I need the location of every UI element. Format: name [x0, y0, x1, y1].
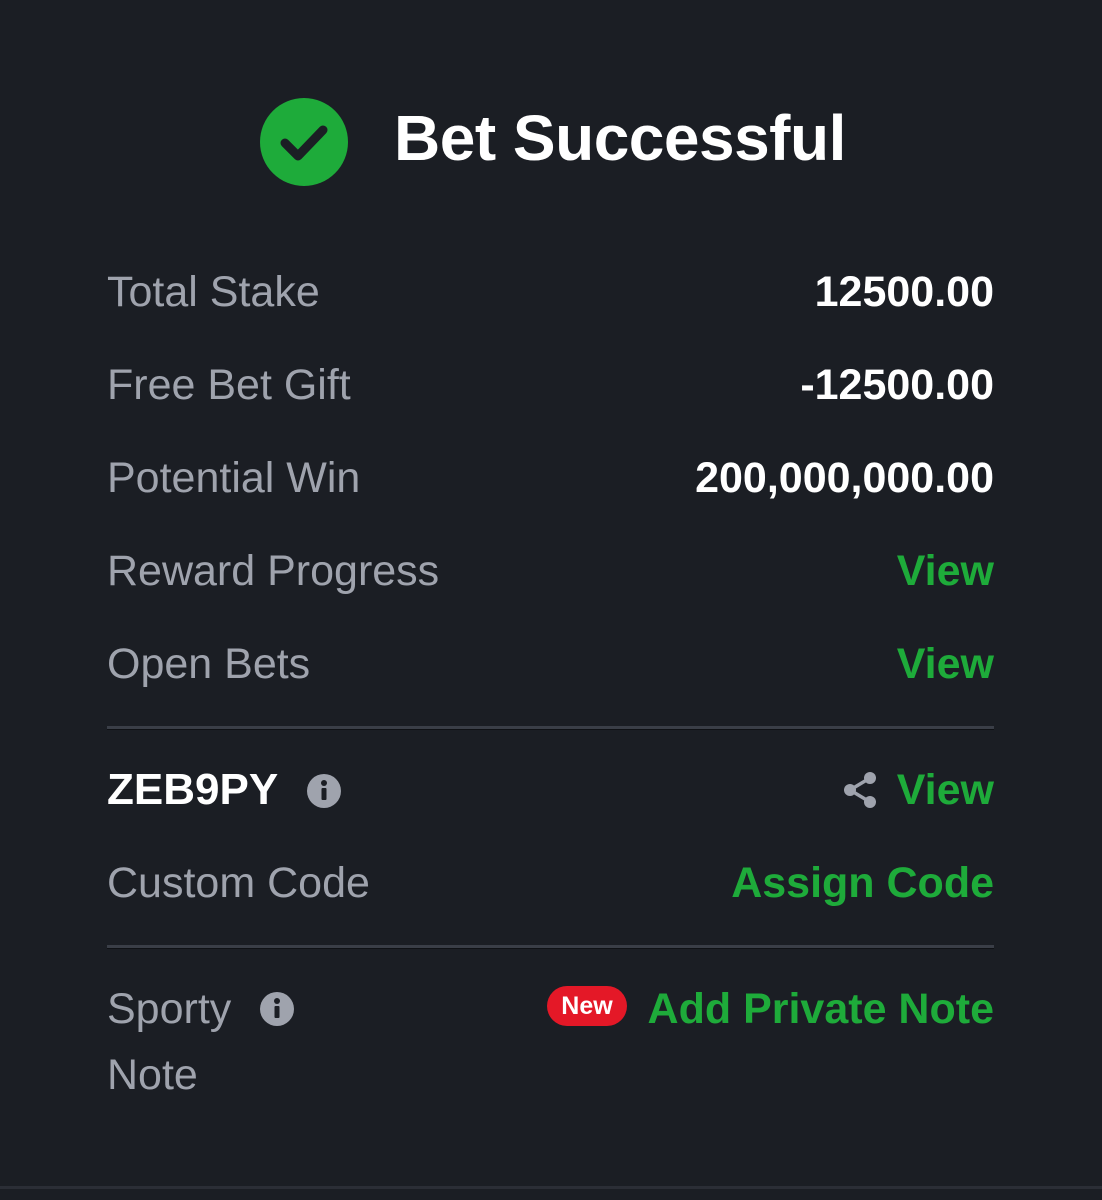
reward-progress-row: Reward Progress View [107, 541, 994, 601]
potential-win-row: Potential Win 200,000,000.00 [107, 448, 994, 508]
potential-win-label: Potential Win [107, 454, 361, 502]
sporty-note-label-line1: Sporty [107, 985, 232, 1033]
custom-code-row: Custom Code Assign Code [107, 853, 994, 913]
booking-code-row: ZEB9PY View [107, 760, 994, 820]
sporty-note-row: Sporty Note New Add Private Note [107, 979, 994, 1105]
reward-progress-view-link[interactable]: View [897, 541, 994, 601]
section-divider [107, 945, 994, 949]
total-stake-label: Total Stake [107, 268, 320, 316]
open-bets-view-link[interactable]: View [897, 634, 994, 694]
total-stake-value: 12500.00 [814, 268, 994, 316]
potential-win-value: 200,000,000.00 [695, 454, 994, 502]
check-circle-icon [260, 98, 348, 186]
reward-progress-label: Reward Progress [107, 547, 440, 595]
info-icon[interactable] [259, 991, 295, 1027]
custom-code-label: Custom Code [107, 859, 370, 907]
booking-code-view-link[interactable]: View [897, 760, 994, 820]
new-badge: New [547, 986, 627, 1026]
bottom-divider [0, 1186, 1102, 1189]
bet-success-header: Bet Successful [0, 88, 1102, 186]
open-bets-row: Open Bets View [107, 634, 994, 694]
add-private-note-link[interactable]: Add Private Note [648, 979, 994, 1039]
info-icon[interactable] [306, 773, 342, 809]
sporty-note-label-line2: Note [107, 1051, 198, 1099]
total-stake-row: Total Stake 12500.00 [107, 262, 994, 322]
assign-code-link[interactable]: Assign Code [731, 853, 994, 913]
section-divider [107, 726, 994, 730]
bet-success-panel: Bet Successful Total Stake 12500.00 Free… [0, 0, 1102, 1200]
page-title: Bet Successful [394, 102, 846, 174]
booking-code: ZEB9PY [107, 765, 279, 814]
free-bet-gift-row: Free Bet Gift -12500.00 [107, 355, 994, 415]
free-bet-gift-label: Free Bet Gift [107, 361, 351, 409]
open-bets-label: Open Bets [107, 640, 311, 688]
free-bet-gift-value: -12500.00 [800, 361, 994, 409]
share-icon[interactable] [840, 770, 880, 810]
